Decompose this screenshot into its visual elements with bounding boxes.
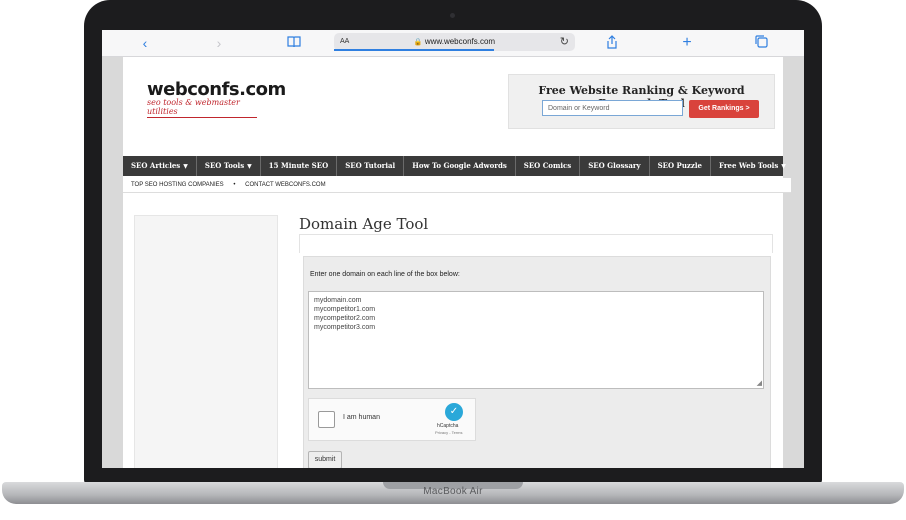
nav-item-seo-comics[interactable]: SEO Comics [516,156,581,176]
forward-icon[interactable]: › [212,35,226,51]
captcha-label: I am human [343,414,380,421]
address-bar[interactable]: AA 🔒 www.webconfs.com ↻ [334,33,575,51]
logo-tagline: seo tools & webmaster utilities [147,98,257,118]
site-logo[interactable]: webconfs.com seo tools & webmaster utili… [147,79,286,118]
domain-line: mycompetitor1.com [314,306,376,313]
nav-item-seo-tutorial[interactable]: SEO Tutorial [337,156,405,176]
resize-handle-icon[interactable]: ◢ [757,379,762,388]
sub-nav: TOP SEO HOSTING COMPANIES • CONTACT WEBC… [123,178,791,193]
tabs-icon[interactable] [754,35,768,51]
camera-icon [450,13,455,18]
form-instruction: Enter one domain on each line of the box… [310,271,460,278]
hcaptcha-brand: hCaptcha [437,423,459,429]
nav-item-15-minute-seo[interactable]: 15 Minute SEO [261,156,338,176]
get-rankings-button[interactable]: Get Rankings > [689,100,759,118]
domain-line: mycompetitor2.com [314,315,376,322]
subnav-hosting-link[interactable]: TOP SEO HOSTING COMPANIES [131,182,224,188]
domain-line: mydomain.com [314,297,362,304]
domains-textarea[interactable]: mydomain.com mycompetitor1.com mycompeti… [308,291,764,389]
reload-icon[interactable]: ↻ [560,35,569,48]
ranking-tool-box: Free Website Ranking & Keyword Research … [508,74,775,129]
caret-down-icon: ▼ [183,163,188,170]
nav-item-seo-puzzle[interactable]: SEO Puzzle [650,156,711,176]
domain-age-form: Enter one domain on each line of the box… [303,256,771,468]
web-page: webconfs.com seo tools & webmaster utili… [102,57,804,468]
back-icon[interactable]: ‹ [138,35,152,51]
caret-down-icon: ▼ [781,163,786,170]
nav-item-seo-tools[interactable]: SEO Tools ▼ [197,156,261,176]
url-text: www.webconfs.com [424,37,496,46]
screen: ‹ › AA 🔒 www.webconfs.com ↻ + webconfs.c… [102,30,804,468]
subnav-contact-link[interactable]: CONTACT WEBCONFS.COM [245,182,325,188]
page-title: Domain Age Tool [299,215,429,233]
bookmarks-icon[interactable] [286,35,302,51]
loading-progress [334,49,494,51]
captcha-checkbox[interactable] [318,411,335,428]
sidebar [134,215,278,468]
new-tab-icon[interactable]: + [680,35,694,51]
hcaptcha-terms-link[interactable]: Privacy - Terms [435,430,462,435]
submit-button[interactable]: submit [308,451,342,468]
subnav-separator: • [233,182,236,188]
site-container: webconfs.com seo tools & webmaster utili… [123,57,791,468]
caret-down-icon: ▼ [247,163,252,170]
lock-icon: 🔒 [413,39,423,46]
hcaptcha-logo-icon: ✓ [445,403,463,421]
main-nav: SEO Articles ▼ SEO Tools ▼ 15 Minute SEO S… [123,156,786,176]
browser-toolbar: ‹ › AA 🔒 www.webconfs.com ↻ + [102,30,804,57]
domain-keyword-input[interactable]: Domain or Keyword [542,100,683,116]
nav-item-google-adwords[interactable]: How To Google Adwords [404,156,516,176]
hcaptcha-widget: I am human ✓ hCaptcha Privacy - Terms [308,398,476,441]
domain-line: mycompetitor3.com [314,324,376,331]
share-icon[interactable] [605,35,619,51]
nav-item-seo-articles[interactable]: SEO Articles ▼ [123,156,197,176]
nav-item-free-web-tools[interactable]: Free Web Tools ▼ [711,156,794,176]
logo-name: webconfs.com [147,79,286,100]
device-label: MacBook Air [423,486,483,497]
title-divider [299,234,773,253]
nav-item-seo-glossary[interactable]: SEO Glossary [580,156,650,176]
